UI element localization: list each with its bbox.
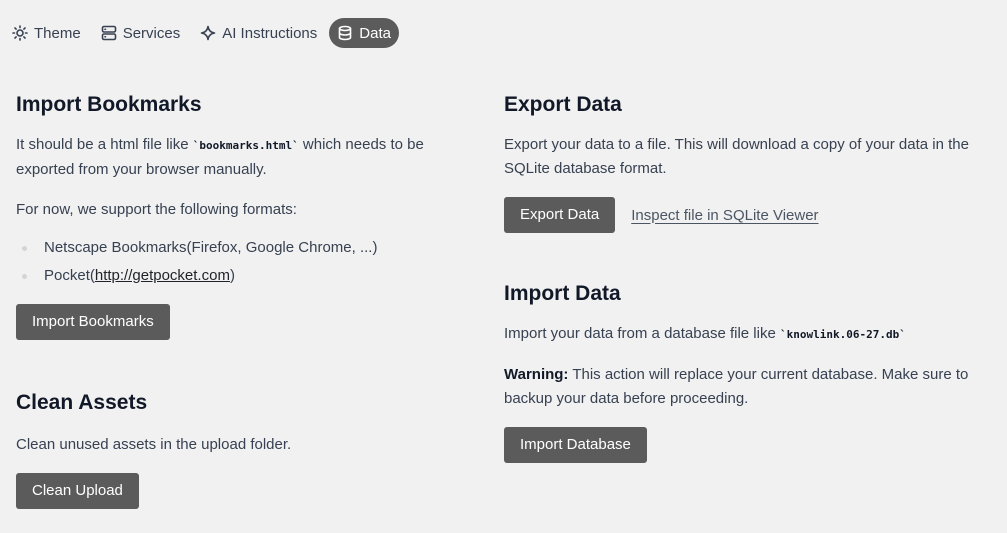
formats-intro: For now, we support the following format… [16,201,297,218]
clean-assets-section: Clean Assets Clean unused assets in the … [16,388,456,509]
tab-ai-instructions[interactable]: AI Instructions [192,18,325,48]
sparkle-icon [200,25,216,41]
warning-label: Warning: [504,366,569,383]
description-text: It should be a html file like [16,136,193,153]
import-data-description: Import your data from a database file li… [504,322,984,347]
warning-text: Warning: This action will replace your c… [504,363,984,411]
import-bookmarks-title: Import Bookmarks [16,93,202,116]
description-text: Import your data from a database file li… [504,325,780,342]
clean-upload-button[interactable]: Clean Upload [16,473,139,509]
list-item: Pocket(http://getpocket.com) [16,262,456,290]
import-bookmarks-section: Import Bookmarks It should be a html fil… [16,90,456,340]
import-data-title: Import Data [504,282,621,305]
tab-label: Theme [34,24,81,42]
server-icon [101,25,117,41]
tab-label: Data [359,24,391,42]
warning-message: This action will replace your current da… [504,366,969,407]
database-icon [337,25,353,41]
export-data-description: Export your data to a file. This will do… [504,136,969,177]
list-item: Netscape Bookmarks(Firefox, Google Chrom… [16,234,456,262]
import-bookmarks-description: It should be a html file like `bookmarks… [16,133,456,182]
format-text: Pocket( [44,267,95,284]
formats-list: Netscape Bookmarks(Firefox, Google Chrom… [16,234,456,290]
clean-assets-description: Clean unused assets in the upload folder… [16,436,292,453]
bullet [22,274,27,279]
import-database-button[interactable]: Import Database [504,427,647,463]
tab-services[interactable]: Services [93,18,189,48]
tab-data[interactable]: Data [329,18,399,48]
export-data-button[interactable]: Export Data [504,197,616,233]
bullet [22,246,27,251]
inspect-sqlite-link[interactable]: Inspect file in SQLite Viewer [631,207,818,224]
settings-tabs: Theme Services AI Instructions Data [4,18,403,48]
export-data-title: Export Data [504,93,622,116]
import-bookmarks-button[interactable]: Import Bookmarks [16,304,170,340]
format-text: ) [229,267,235,284]
import-data-section: Import Data Import your data from a data… [504,279,984,463]
clean-assets-title: Clean Assets [16,391,148,414]
left-column: Import Bookmarks It should be a html fil… [16,90,456,509]
tab-label: Services [122,24,181,42]
right-column: Export Data Export your data to a file. … [504,90,984,463]
tab-theme[interactable]: Theme [4,18,89,48]
tab-label: AI Instructions [222,24,318,42]
sun-icon [12,25,28,41]
filename-code: `knowlink.06-27.db` [779,328,906,341]
format-text: Netscape Bookmarks(Firefox, Google Chrom… [44,239,378,256]
export-data-section: Export Data Export your data to a file. … [504,90,984,233]
filename-code: `bookmarks.html` [192,139,299,152]
pocket-link[interactable]: http://getpocket.com [95,267,230,284]
